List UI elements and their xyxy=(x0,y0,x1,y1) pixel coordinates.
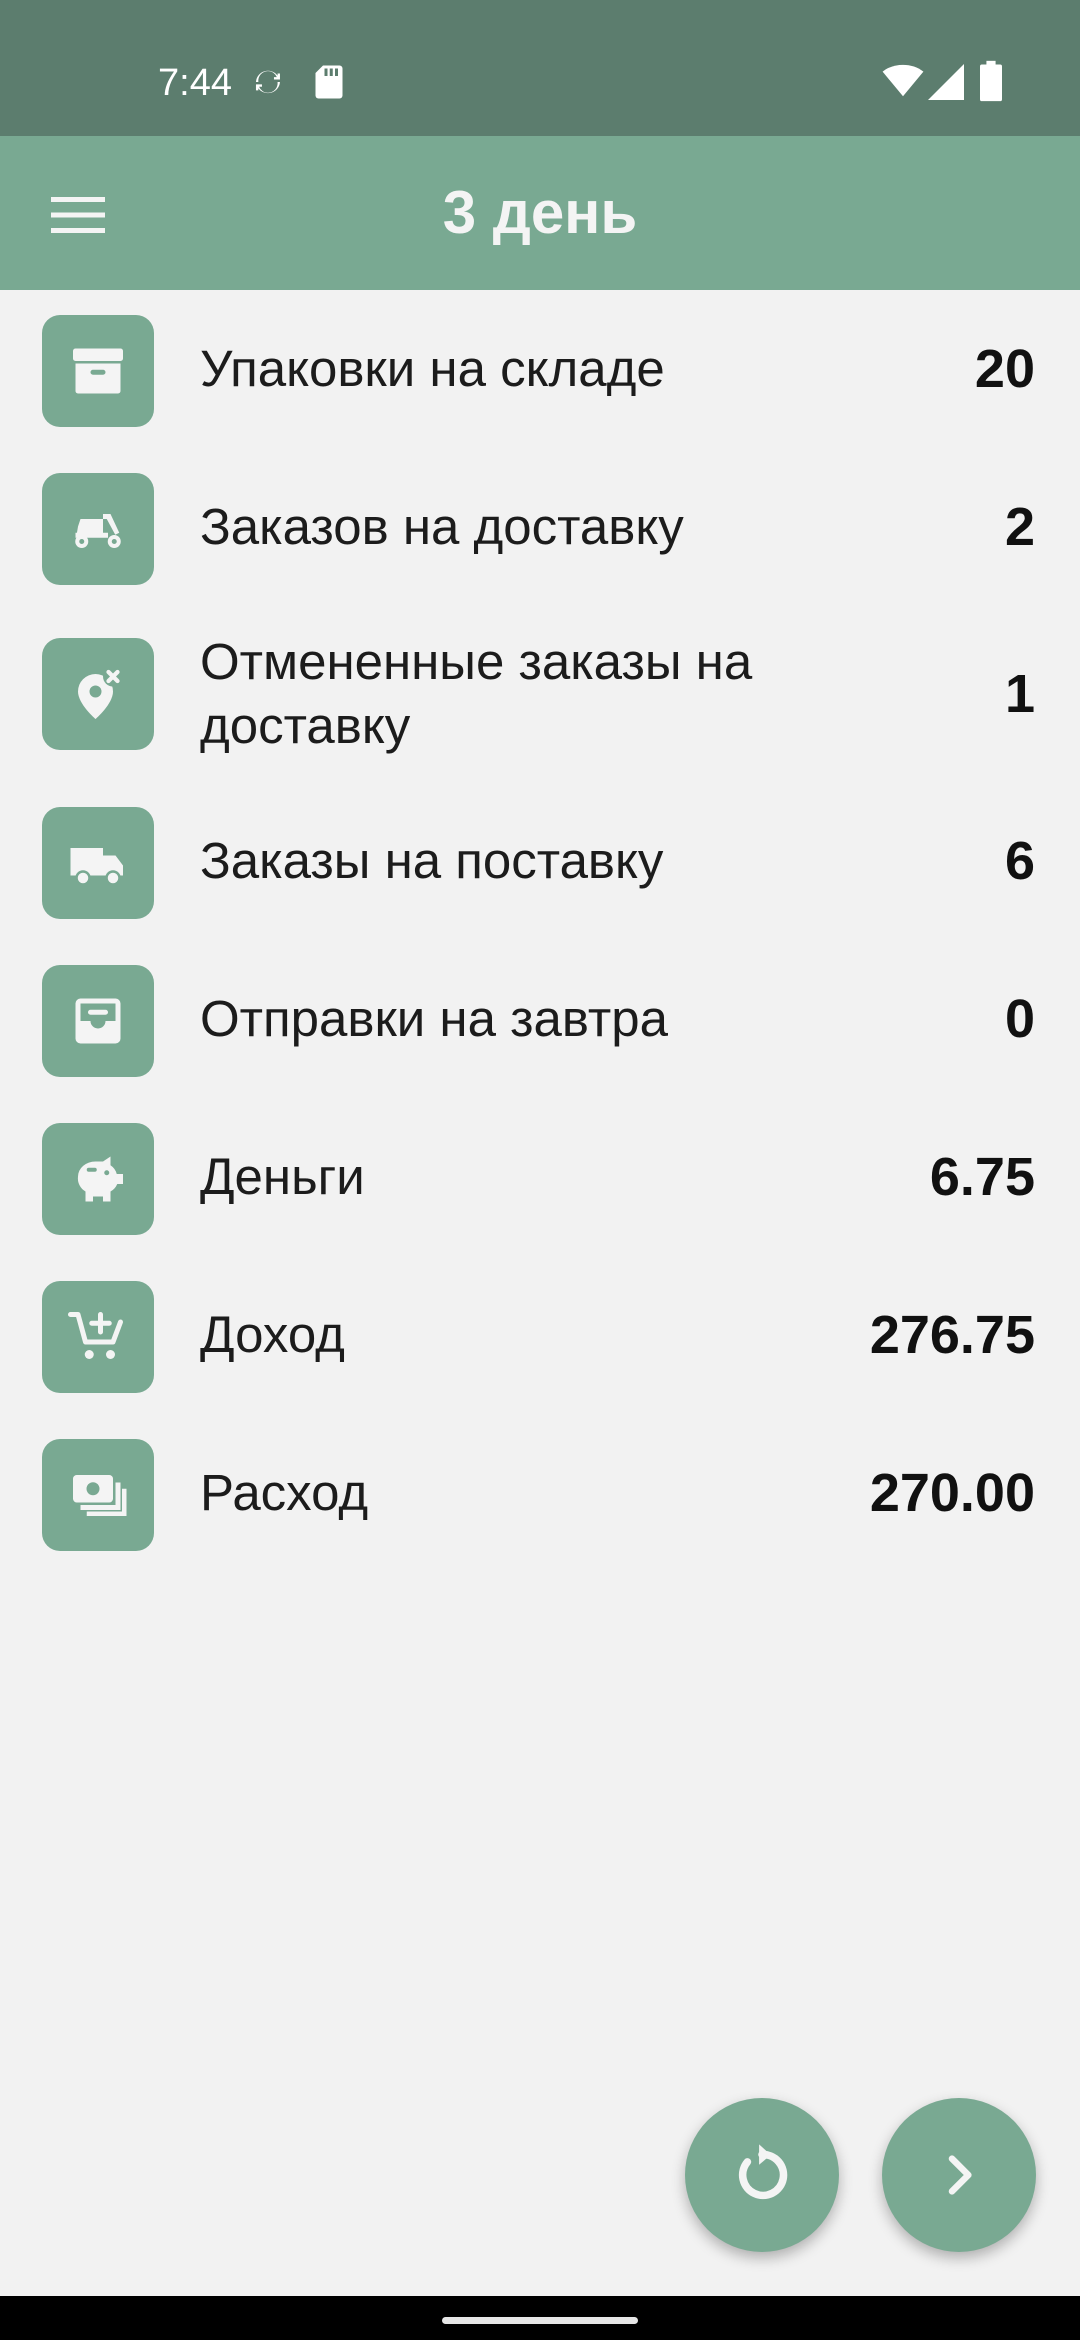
delivery-truck-icon xyxy=(70,848,123,886)
stat-row-money: Деньги 6.75 xyxy=(0,1098,1080,1256)
stat-icon-box xyxy=(42,1123,154,1235)
home-gesture-handle[interactable] xyxy=(442,2317,638,2324)
inbox-tray-icon xyxy=(75,998,121,1044)
stat-row-expense: Расход 270.00 xyxy=(0,1414,1080,1572)
stat-label: Деньги xyxy=(200,1148,365,1205)
piggy-bank-icon xyxy=(77,1156,123,1202)
stat-icon-box xyxy=(42,965,154,1077)
stat-value: 20 xyxy=(974,339,1035,399)
stat-label: Отправки на завтра xyxy=(200,990,668,1047)
stat-icon-box xyxy=(42,1281,154,1393)
stat-value: 6.75 xyxy=(929,1147,1035,1207)
stat-label: Расход xyxy=(200,1464,369,1521)
stat-icon-box xyxy=(42,638,154,750)
archive-box-icon xyxy=(73,348,123,394)
stat-row-supply-orders: Заказы на поставку 6 xyxy=(0,782,1080,940)
stat-icon-box xyxy=(42,315,154,427)
stat-value: 270.00 xyxy=(869,1463,1035,1523)
stat-label: Упаковки на складе xyxy=(200,340,665,397)
next-button[interactable] xyxy=(882,2098,1036,2252)
status-time: 7:44 xyxy=(158,62,232,104)
sd-card-icon xyxy=(315,65,343,99)
sync-icon xyxy=(255,70,280,94)
stat-row-shipments-tomorrow: Отправки на завтра 0 xyxy=(0,940,1080,1098)
stat-value: 2 xyxy=(1004,497,1035,557)
battery-icon xyxy=(980,60,1002,102)
stat-value: 1 xyxy=(1004,664,1035,724)
signal-icon xyxy=(928,64,964,100)
delivery-scooter-icon xyxy=(75,514,121,548)
stat-value: 0 xyxy=(1004,989,1035,1049)
add-to-cart-icon xyxy=(68,1312,123,1359)
cancelled-location-icon xyxy=(78,666,123,719)
stat-icon-box xyxy=(42,1439,154,1551)
stat-value: 6 xyxy=(1004,831,1035,891)
stat-label: Отмененные заказы на доставку xyxy=(200,633,753,754)
status-bar: 7:44 xyxy=(0,0,1080,136)
stat-label: Заказы на поставку xyxy=(200,832,664,889)
stat-row-delivery-orders: Заказов на доставку 2 xyxy=(0,448,1080,606)
stat-value: 276.75 xyxy=(869,1305,1035,1365)
stat-label: Доход xyxy=(200,1306,345,1363)
restart-button[interactable] xyxy=(685,2098,839,2252)
stat-row-packages-in-stock: Упаковки на складе 20 xyxy=(0,290,1080,448)
money-bills-icon xyxy=(73,1475,127,1516)
chevron-right-icon xyxy=(948,2155,972,2195)
stat-row-cancelled-delivery-orders: Отмененные заказы на доставку 1 xyxy=(0,606,1080,782)
stat-icon-box xyxy=(42,807,154,919)
restart-icon xyxy=(738,2144,788,2200)
page-title: 3 день xyxy=(442,179,638,246)
stat-icon-box xyxy=(42,473,154,585)
stat-row-income: Доход 276.75 xyxy=(0,1256,1080,1414)
wifi-icon xyxy=(882,64,924,97)
stat-label: Заказов на доставку xyxy=(200,498,684,555)
